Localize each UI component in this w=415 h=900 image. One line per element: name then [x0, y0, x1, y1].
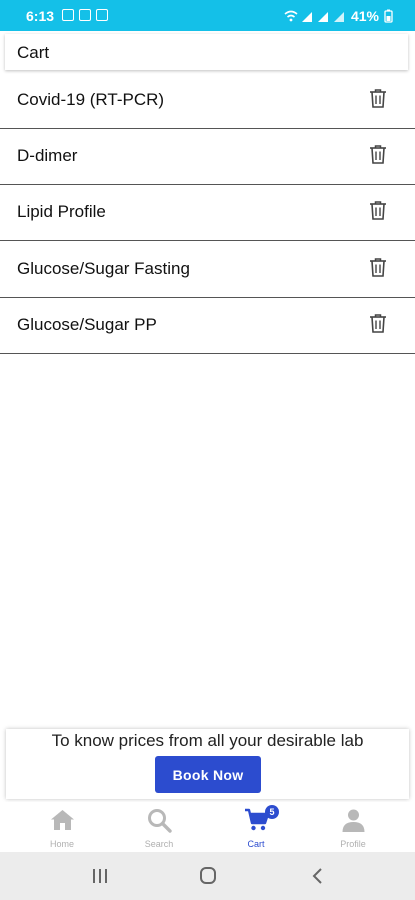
nav-search[interactable]: Search: [107, 802, 211, 852]
cart-item: Lipid Profile: [0, 186, 415, 241]
bottom-nav: Home Search 5 Cart Profile: [0, 802, 415, 852]
cart-item-name: Covid-19 (RT-PCR): [17, 90, 165, 109]
nav-home[interactable]: Home: [10, 802, 114, 852]
book-now-button[interactable]: Book Now: [155, 756, 261, 793]
nav-label: Profile: [340, 839, 366, 849]
wifi-signal-icon: [284, 10, 344, 22]
cart-item-name: Glucose/Sugar Fasting: [17, 259, 190, 278]
home-circle-icon[interactable]: [196, 866, 220, 886]
book-panel: To know prices from all your desirable l…: [6, 729, 409, 799]
status-bar: 6:13 41%: [0, 0, 415, 31]
recents-icon[interactable]: [88, 866, 112, 886]
back-icon[interactable]: [306, 866, 330, 886]
nav-label: Search: [144, 839, 174, 849]
nav-label: Home: [49, 839, 74, 849]
battery-icon: [384, 9, 393, 23]
nav-profile[interactable]: Profile: [301, 802, 405, 852]
nav-label: Cart: [247, 839, 265, 849]
trash-icon[interactable]: [369, 144, 387, 164]
cart-item: Glucose/Sugar Fasting: [0, 243, 415, 298]
cart-header: Cart: [5, 34, 408, 70]
trash-icon[interactable]: [369, 200, 387, 220]
trash-icon[interactable]: [369, 313, 387, 333]
cart-badge: 5: [265, 805, 279, 819]
nav-cart[interactable]: 5 Cart: [204, 802, 308, 852]
cart-item: Covid-19 (RT-PCR): [0, 74, 415, 129]
battery-percent: 41%: [350, 8, 379, 24]
cart-item: Glucose/Sugar PP: [0, 299, 415, 354]
profile-icon: [342, 809, 365, 832]
trash-icon[interactable]: [369, 257, 387, 277]
message-notification-icon: [79, 9, 91, 21]
page-title: Cart: [17, 43, 50, 62]
home-icon: [51, 810, 74, 830]
search-icon: [148, 809, 172, 833]
gallery-notification-icon: [62, 9, 74, 21]
book-message: To know prices from all your desirable l…: [51, 731, 364, 750]
status-time: 6:13: [26, 8, 55, 24]
app-notification-icon: [96, 9, 108, 21]
system-nav-bar: [0, 852, 415, 900]
notification-icons: [62, 9, 108, 21]
status-right: 41%: [284, 8, 393, 24]
cart-item-name: Glucose/Sugar PP: [17, 315, 157, 334]
cart-item-name: D-dimer: [17, 146, 78, 165]
trash-icon[interactable]: [369, 88, 387, 108]
cart-item: D-dimer: [0, 130, 415, 185]
cart-item-name: Lipid Profile: [17, 202, 106, 221]
